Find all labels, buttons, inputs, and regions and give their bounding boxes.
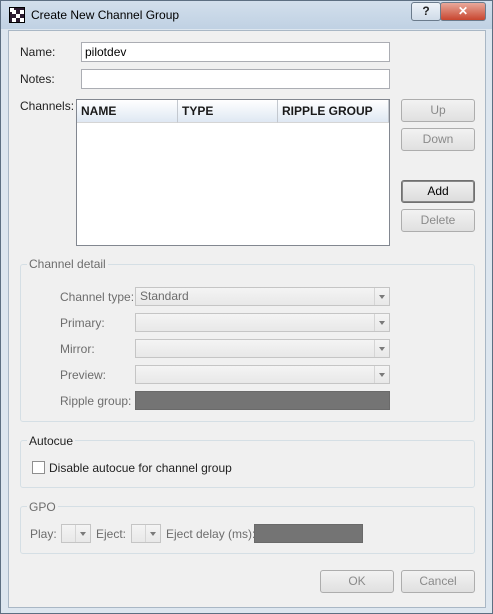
- up-button[interactable]: Up: [401, 99, 475, 122]
- notes-label: Notes:: [20, 72, 55, 86]
- channel-type-label: Channel type:: [60, 290, 135, 304]
- chevron-down-icon: [374, 340, 389, 357]
- title-bar[interactable]: Create New Channel Group ? ✕: [1, 1, 492, 29]
- eject-delay-field[interactable]: [254, 524, 363, 543]
- name-input[interactable]: pilotdev: [81, 42, 390, 62]
- primary-label: Primary:: [60, 316, 105, 330]
- disable-autocue-label[interactable]: Disable autocue for channel group: [49, 461, 232, 475]
- dialog-client-area: Name: pilotdev Notes: Channels: NAME TYP…: [8, 30, 486, 608]
- ripple-group-field[interactable]: [135, 391, 390, 410]
- autocue-title: Autocue: [27, 434, 76, 448]
- preview-label: Preview:: [60, 368, 107, 382]
- column-header-name[interactable]: NAME: [77, 100, 178, 123]
- dialog-window: Create New Channel Group ? ✕ Name: pilot…: [0, 0, 493, 614]
- chevron-down-icon: [374, 366, 389, 383]
- channel-detail-title: Channel detail: [27, 257, 108, 271]
- mirror-label: Mirror:: [60, 342, 95, 356]
- disable-autocue-checkbox[interactable]: [32, 461, 45, 474]
- preview-select[interactable]: [135, 365, 390, 384]
- channels-label: Channels:: [20, 99, 75, 113]
- down-button[interactable]: Down: [401, 128, 475, 151]
- app-icon: [9, 7, 25, 23]
- eject-delay-label: Eject delay (ms):: [166, 527, 256, 541]
- eject-select[interactable]: [131, 524, 161, 543]
- chevron-down-icon: [75, 525, 90, 542]
- ripple-group-label: Ripple group:: [60, 394, 132, 408]
- name-label: Name:: [20, 45, 56, 59]
- channel-type-select[interactable]: Standard: [135, 287, 390, 306]
- gpo-title: GPO: [27, 500, 58, 514]
- window-title: Create New Channel Group: [31, 8, 180, 22]
- close-button[interactable]: ✕: [440, 2, 486, 21]
- help-button[interactable]: ?: [411, 2, 441, 21]
- column-header-ripple-group[interactable]: RIPPLE GROUP: [278, 100, 389, 123]
- mirror-select[interactable]: [135, 339, 390, 358]
- notes-input[interactable]: [81, 69, 390, 89]
- channels-list[interactable]: NAME TYPE RIPPLE GROUP: [76, 99, 390, 246]
- delete-button[interactable]: Delete: [401, 209, 475, 232]
- chevron-down-icon: [374, 288, 389, 305]
- play-label: Play:: [30, 527, 57, 541]
- channels-list-header: NAME TYPE RIPPLE GROUP: [77, 100, 389, 123]
- channel-type-value: Standard: [140, 289, 189, 303]
- chevron-down-icon: [145, 525, 160, 542]
- cancel-button[interactable]: Cancel: [401, 570, 475, 593]
- ok-button[interactable]: OK: [320, 570, 394, 593]
- play-select[interactable]: [61, 524, 91, 543]
- primary-select[interactable]: [135, 313, 390, 332]
- chevron-down-icon: [374, 314, 389, 331]
- eject-label: Eject:: [96, 527, 127, 541]
- add-button[interactable]: Add: [401, 180, 475, 203]
- column-header-type[interactable]: TYPE: [178, 100, 278, 123]
